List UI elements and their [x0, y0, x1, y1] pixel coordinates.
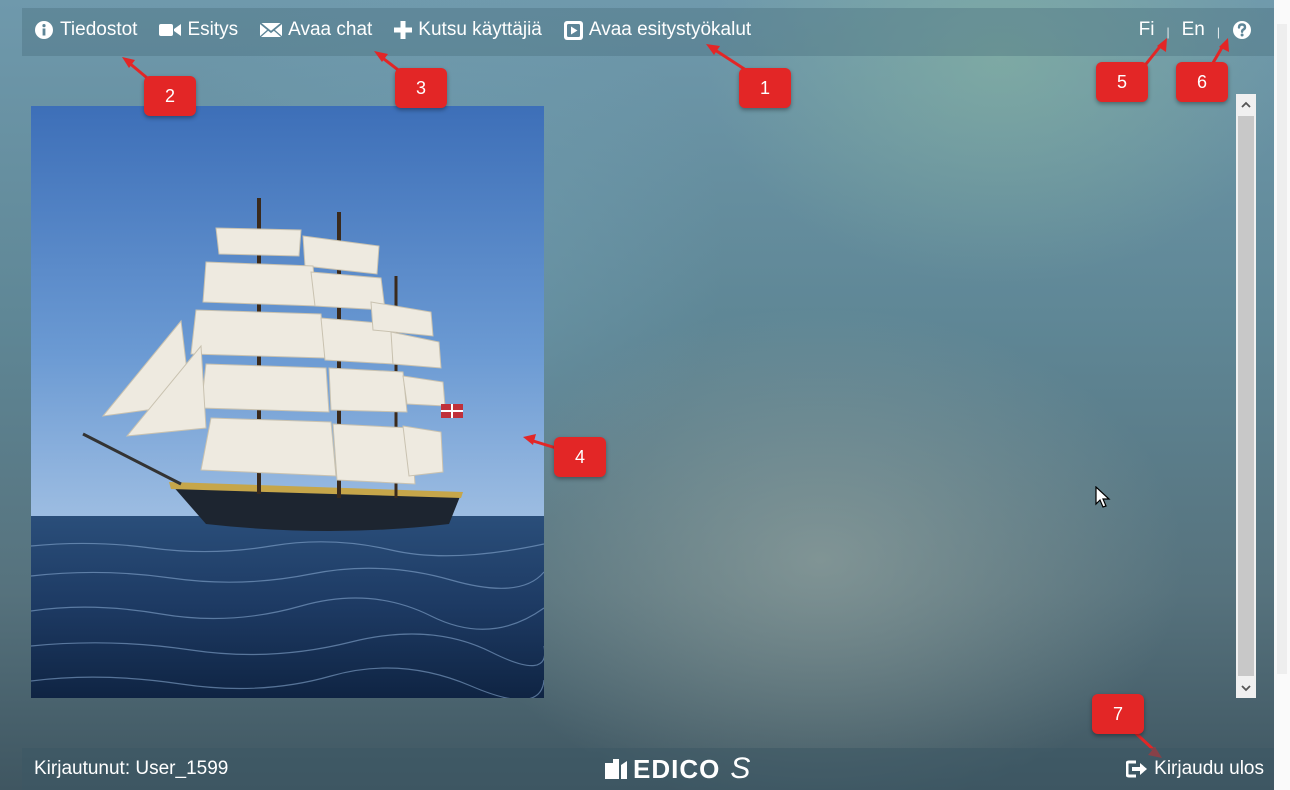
sign-out-icon	[1126, 760, 1148, 778]
language-separator: |	[1216, 25, 1220, 39]
scroll-up-button[interactable]	[1236, 94, 1256, 114]
callout-badge-3: 3	[395, 68, 447, 108]
edico-logo: EDICO S	[605, 748, 751, 790]
callout-badge-6: 6	[1176, 62, 1228, 102]
video-camera-icon	[159, 24, 182, 36]
language-separator: |	[1166, 25, 1170, 39]
page-scrollbar-thumb[interactable]	[1277, 24, 1287, 674]
play-square-icon	[563, 20, 583, 40]
top-navigation-bar: Tiedostot Esitys Avaa chat Kutsu käyttäj…	[22, 8, 1274, 56]
invite-users-label: Kutsu käyttäjiä	[418, 19, 542, 40]
page-scrollbar[interactable]	[1274, 0, 1290, 790]
content-scrollbar[interactable]	[1236, 94, 1256, 698]
mouse-cursor-icon	[1095, 486, 1111, 508]
arrow-2-head	[122, 57, 135, 68]
language-fi-link[interactable]: Fi	[1139, 19, 1155, 41]
logo-text: EDICO	[633, 753, 721, 784]
callout-badge-7: 7	[1092, 694, 1144, 734]
open-chat-label: Avaa chat	[288, 19, 373, 40]
files-label: Tiedostot	[60, 19, 138, 40]
callout-badge-4: 4	[554, 437, 606, 477]
bottom-bar: Kirjautunut: User_1599 EDICO S Kirjaudu …	[22, 748, 1274, 790]
question-circle-icon[interactable]	[1232, 20, 1252, 40]
logout-label: Kirjaudu ulos	[1154, 758, 1264, 779]
language-switcher: Fi | En |	[1139, 8, 1252, 52]
logged-in-user: Kirjautunut: User_1599	[34, 758, 229, 779]
presentation-image	[31, 106, 544, 698]
language-en-link[interactable]: En	[1182, 19, 1205, 41]
invite-users-button[interactable]: Kutsu käyttäjiä	[394, 19, 542, 41]
callout-badge-2: 2	[144, 76, 196, 116]
chevron-up-icon	[1241, 101, 1251, 108]
open-presentation-tools-button[interactable]: Avaa esitystyökalut	[563, 19, 752, 41]
info-circle-icon	[35, 21, 53, 39]
open-presentation-tools-label: Avaa esitystyökalut	[588, 19, 752, 40]
open-chat-button[interactable]: Avaa chat	[260, 19, 372, 41]
main-nav: Tiedostot Esitys Avaa chat Kutsu käyttäj…	[34, 8, 773, 52]
logo-suffix: S	[730, 752, 752, 785]
files-button[interactable]: Tiedostot	[34, 19, 137, 41]
presentation-button[interactable]: Esitys	[159, 19, 238, 41]
callout-badge-5: 5	[1096, 62, 1148, 102]
logout-button[interactable]: Kirjaudu ulos	[1126, 748, 1264, 790]
presentation-label: Esitys	[187, 19, 239, 40]
chevron-down-icon	[1241, 684, 1251, 691]
envelope-icon	[260, 22, 283, 38]
scrollbar-thumb[interactable]	[1238, 116, 1254, 676]
edico-logo-mark-icon	[605, 759, 627, 779]
scroll-down-button[interactable]	[1236, 678, 1256, 698]
plus-icon	[394, 21, 413, 39]
callout-badge-1: 1	[739, 68, 791, 108]
sailing-ship-image	[31, 106, 544, 698]
